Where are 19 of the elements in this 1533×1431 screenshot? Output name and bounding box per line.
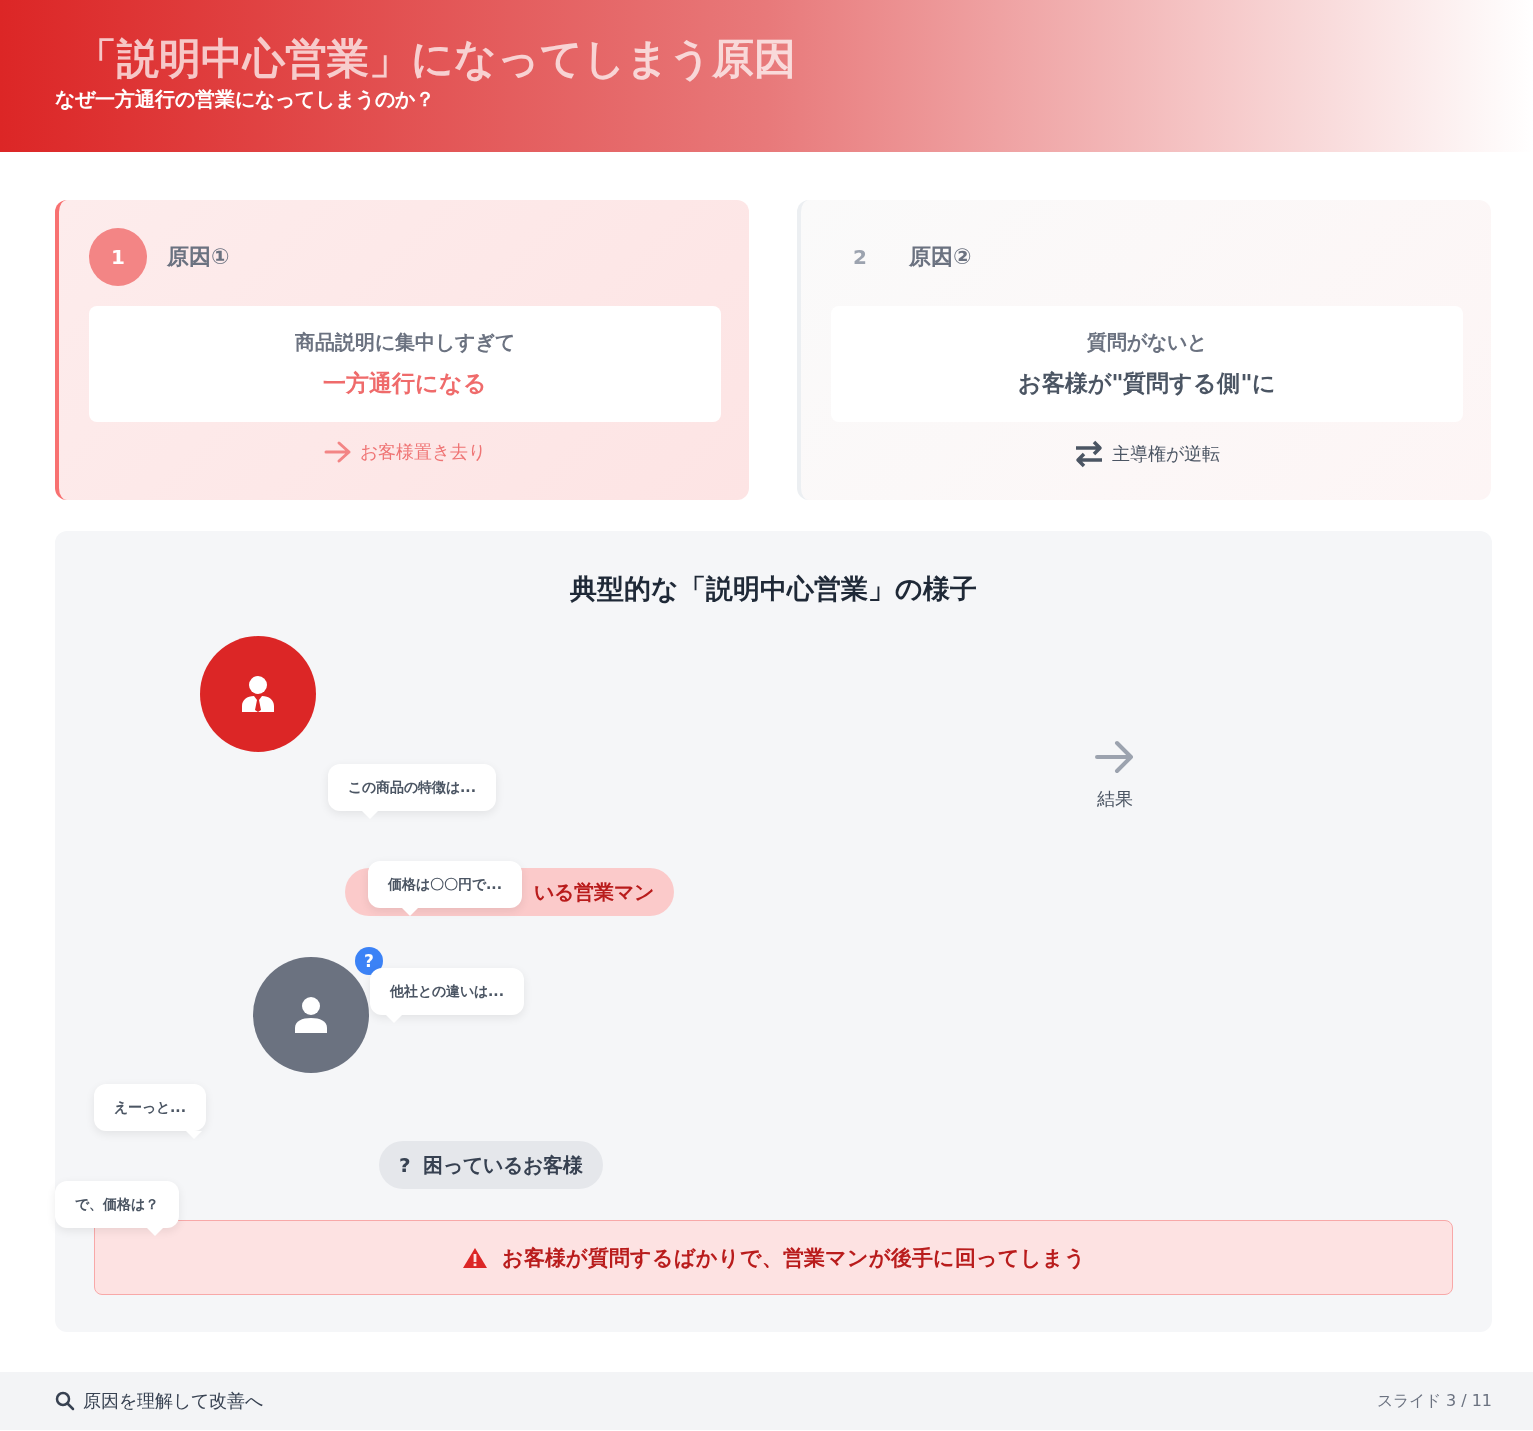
- warning-banner: お客様が質問するばかりで、営業マンが後手に回ってしまう: [94, 1220, 1453, 1295]
- customer-label: ? 困っているお客様: [379, 1141, 603, 1189]
- cause-label: 原因②: [909, 243, 972, 271]
- cause-note: 主導権が逆転: [1112, 442, 1220, 466]
- slide-title: 「説明中心営業」になってしまう原因: [75, 36, 797, 83]
- cause-text: 商品説明に集中しすぎて: [295, 329, 515, 356]
- slide-counter: スライド 3 / 11: [1376, 1390, 1492, 1412]
- footer-hint: 原因を理解して改善へ: [83, 1389, 263, 1413]
- question-badge: ?: [355, 947, 383, 975]
- cause-highlight: お客様が"質問する側"に: [1017, 369, 1277, 398]
- cause-label: 原因①: [167, 243, 230, 271]
- number-label: 2: [853, 245, 867, 269]
- cause-highlight: 一方通行になる: [323, 369, 487, 398]
- scene-title: 典型的な「説明中心営業」の様子: [569, 572, 978, 606]
- slide-subtitle: なぜ一方通行の営業になってしまうのか？: [55, 86, 436, 114]
- result-label: 結果: [1097, 787, 1133, 811]
- number-label: 1: [111, 245, 125, 269]
- cause-note: お客様置き去り: [360, 440, 486, 464]
- cause-text: 質問がないと: [1087, 329, 1207, 356]
